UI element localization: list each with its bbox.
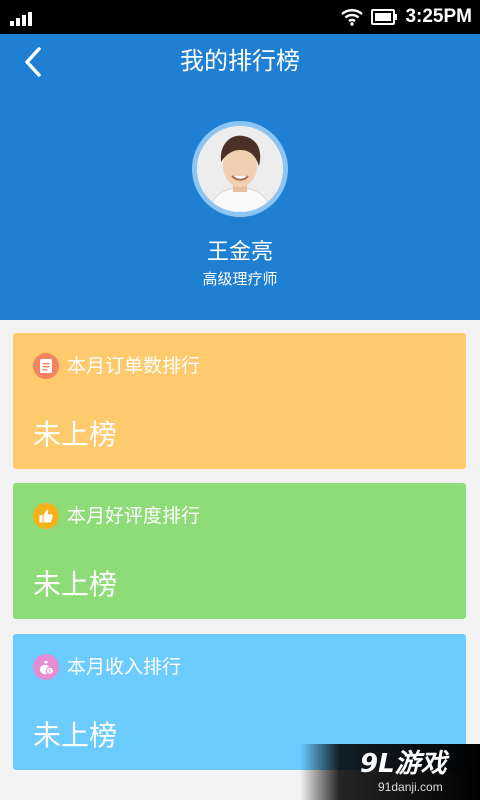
wifi-icon: [341, 9, 364, 26]
page-title: 我的排行榜: [180, 47, 300, 75]
rating-ranking-title: 本月好评度排行: [67, 505, 201, 527]
orders-ranking-value: 未上榜: [33, 418, 118, 451]
income-ranking-title: 本月收入排行: [67, 656, 182, 678]
thumbs-up-icon: [33, 503, 59, 529]
user-title: 高级理疗师: [202, 270, 278, 288]
orders-ranking-card[interactable]: 本月订单数排行 未上榜: [13, 333, 466, 469]
battery-icon: [371, 9, 398, 25]
rating-ranking-value: 未上榜: [33, 568, 118, 601]
watermark-logo: 9L游戏: [360, 749, 447, 779]
site-watermark: 9L游戏 91danji.com: [300, 744, 480, 800]
orders-ranking-title: 本月订单数排行: [67, 355, 201, 377]
avatar: [197, 126, 283, 212]
income-ranking-value: 未上榜: [33, 719, 118, 752]
rating-ranking-card[interactable]: 本月好评度排行 未上榜: [13, 483, 466, 619]
user-name: 王金亮: [206, 240, 273, 265]
signal-icon: [10, 12, 32, 26]
avatar-ring: [192, 121, 288, 217]
watermark-site: 91danji.com: [378, 780, 443, 794]
user-photo: [197, 126, 283, 212]
status-time: 3:25PM: [405, 6, 472, 27]
svg-text:$: $: [48, 669, 51, 675]
money-bag-icon: $: [33, 654, 59, 680]
profile-header: 我的排行榜 王金亮 高级理疗师: [0, 34, 480, 320]
status-bar: 3:25PM: [0, 0, 480, 34]
document-icon: [33, 353, 59, 379]
